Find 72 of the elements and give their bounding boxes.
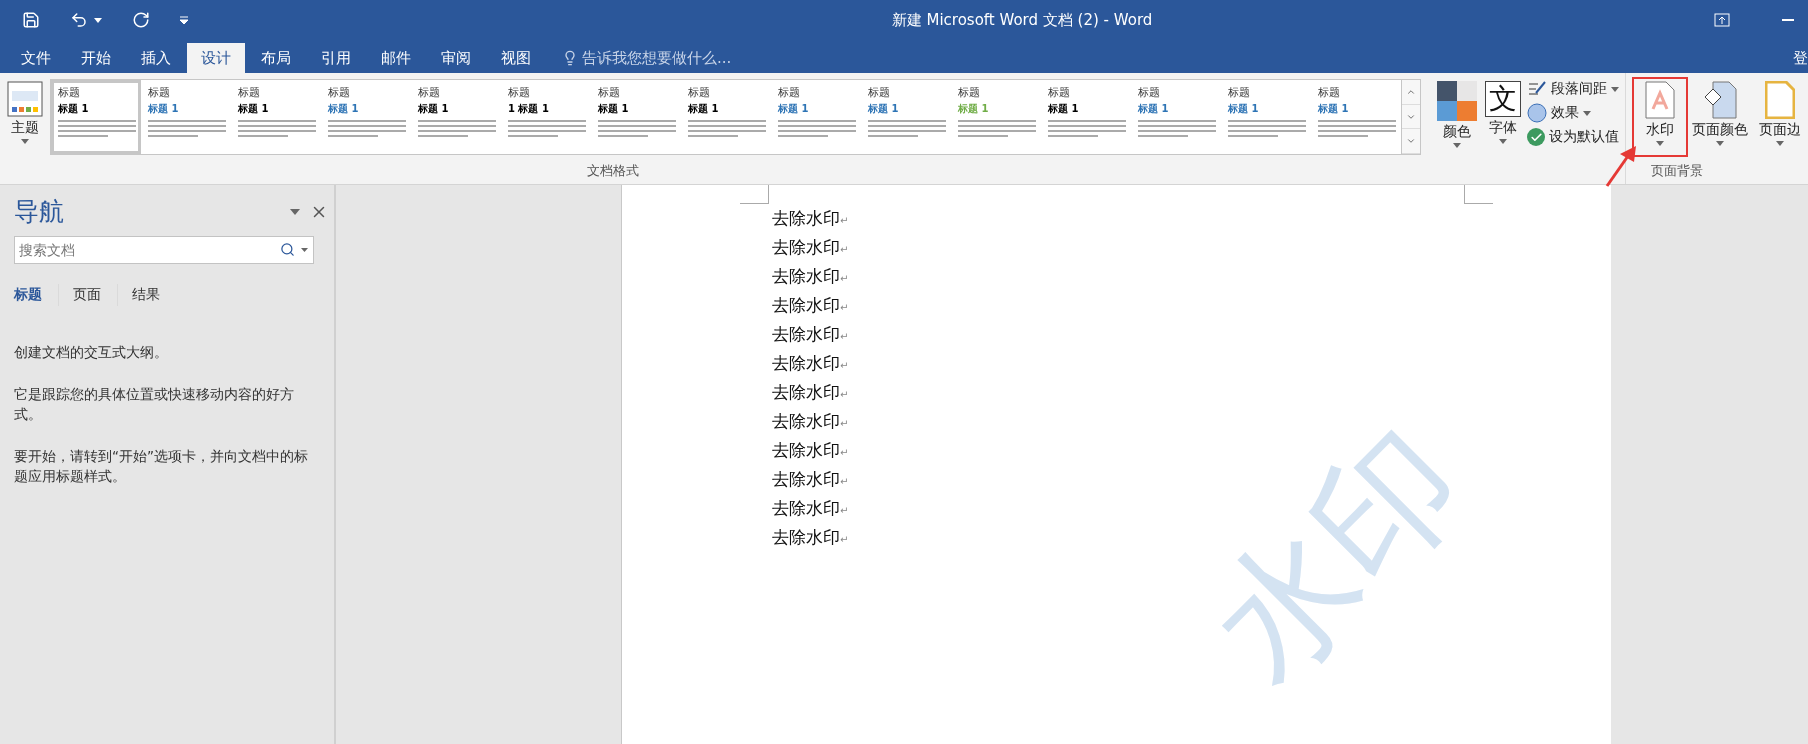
caret-icon [1776, 141, 1784, 146]
minimize-icon [1782, 19, 1794, 21]
help-text: 要开始，请转到“开始”选项卡，并向文档中的标题应用标题样式。 [14, 447, 309, 486]
document-line: 去除水印↵ [772, 236, 850, 259]
lightbulb-icon [562, 50, 578, 66]
effects-circle-icon [1527, 103, 1547, 123]
page-background-button[interactable]: 页面颜色 [1688, 77, 1752, 157]
pane-title: 导航 [14, 196, 65, 228]
navigation-tab[interactable]: 页面 [73, 284, 118, 306]
tell-me-field[interactable]: 告诉我您想要做什么... [562, 43, 732, 73]
caret-icon [1656, 141, 1664, 146]
sign-in-link[interactable]: 登 [1793, 43, 1808, 73]
redo-icon [132, 11, 150, 29]
undo-icon [70, 11, 88, 29]
ribbon-tab[interactable]: 审阅 [427, 43, 485, 73]
document-line: 去除水印↵ [772, 438, 850, 462]
document-line: 去除水印↵ [772, 322, 850, 346]
group-label: 页面背景 [1650, 162, 1704, 180]
crop-mark [740, 185, 769, 204]
ribbon-tab[interactable]: 插入 [127, 43, 185, 73]
themes-button[interactable]: 主题 [0, 77, 50, 157]
caret-icon [1583, 110, 1591, 116]
fonts-button[interactable]: 文 字体 [1481, 77, 1525, 157]
caret-icon [21, 139, 29, 144]
caret-icon [1716, 141, 1724, 146]
ribbon-small-button[interactable]: 段落间距 [1525, 79, 1621, 99]
search-field[interactable]: 搜索文档 [14, 236, 314, 264]
caret-icon [1453, 143, 1461, 148]
group-label: 文档格式 [585, 162, 640, 180]
check-icon [1527, 128, 1545, 146]
ribbon-tab[interactable]: 设计 [187, 43, 245, 73]
window-title: 新建 Microsoft Word 文档 (2) - Word [890, 10, 1154, 30]
ribbon-tab[interactable]: 视图 [487, 43, 545, 73]
style-set-thumbnail[interactable]: 标题 标题 1 [51, 80, 141, 154]
document-line: 去除水印↵ [772, 351, 850, 375]
help-text: 它是跟踪您的具体位置或快速移动内容的好方式。 [14, 385, 295, 424]
document-line: 去除水印↵ [772, 264, 850, 288]
page-icon [1645, 81, 1675, 119]
document-line: 去除水印↵ [772, 207, 850, 230]
caret-icon[interactable] [301, 247, 308, 252]
ribbon-tab[interactable]: 引用 [307, 43, 365, 73]
ribbon-tab[interactable]: 布局 [247, 43, 305, 73]
caret-icon [1499, 139, 1507, 144]
navigation-tab[interactable]: 结果 [132, 284, 176, 306]
themes-icon [7, 81, 43, 117]
document-line: 去除水印↵ [772, 467, 850, 491]
page-background-button[interactable]: 水印 [1632, 77, 1688, 157]
pane-options-icon[interactable] [290, 208, 300, 215]
save-icon [22, 11, 40, 29]
document-line: 去除水印↵ [772, 525, 850, 549]
ribbon-tab[interactable]: 开始 [67, 43, 125, 73]
caret-icon [94, 17, 102, 23]
paragraph-spacing-icon [1527, 80, 1547, 98]
ribbon-tab[interactable]: 文件 [7, 43, 65, 73]
colors-button[interactable]: 颜色 [1433, 77, 1481, 157]
document-line: 去除水印↵ [772, 293, 850, 317]
ribbon-small-button[interactable]: 设为默认值 [1525, 127, 1621, 147]
help-text: 创建文档的交互式大纲。 [14, 343, 169, 362]
navigation-tab[interactable]: 标题 [14, 284, 59, 306]
ribbon-small-button[interactable]: 效果 [1525, 102, 1621, 124]
ribbon-display-icon [1714, 13, 1730, 27]
color-palette-icon [1437, 81, 1477, 121]
paint-bucket-icon [1703, 81, 1737, 119]
page-background-button[interactable]: 页面边 [1752, 77, 1808, 157]
crop-mark [1464, 185, 1493, 204]
caret-icon [1611, 86, 1619, 92]
document-line: 去除水印↵ [772, 409, 850, 433]
page-border-icon [1765, 81, 1795, 119]
document-line: 去除水印↵ [772, 380, 850, 404]
search-icon[interactable] [280, 242, 295, 257]
ribbon-tab[interactable]: 邮件 [367, 43, 425, 73]
caret-icon [180, 16, 188, 24]
